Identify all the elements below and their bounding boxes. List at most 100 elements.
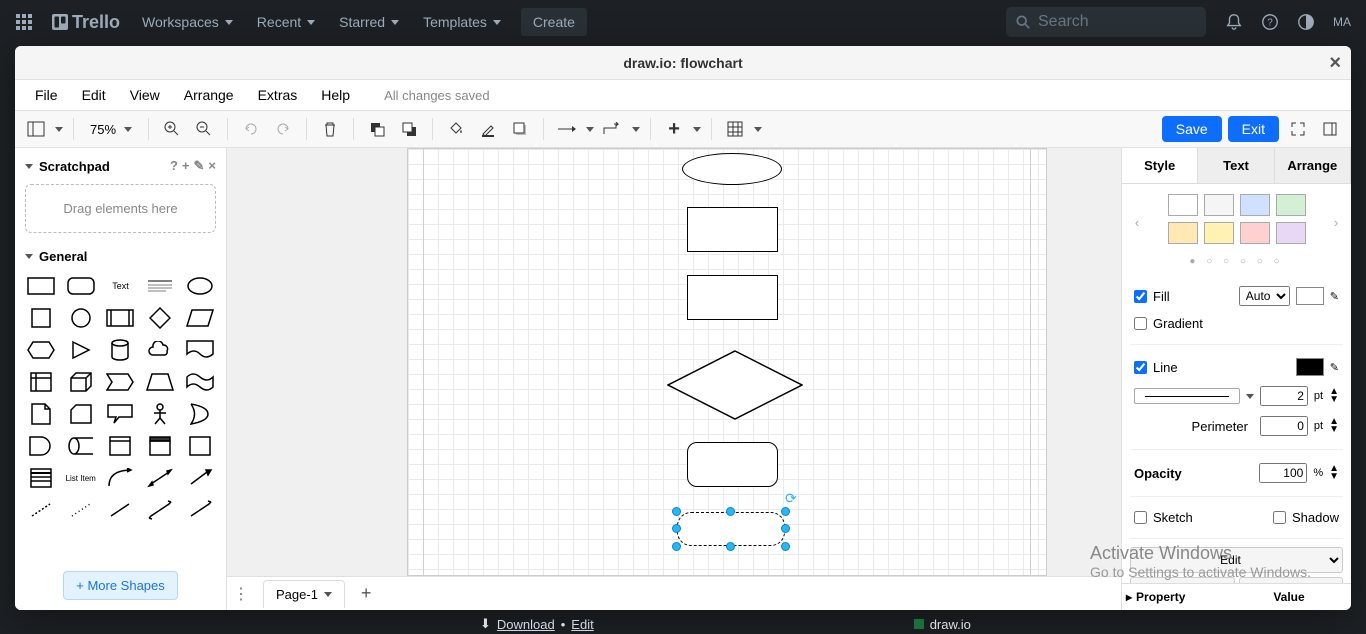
shape-hexagon[interactable] [23,336,59,364]
swatch-next-icon[interactable]: › [1329,215,1343,230]
shape-dashed[interactable] [23,496,59,524]
shape-cloud[interactable] [142,336,178,364]
trello-logo[interactable]: Trello [44,12,128,33]
pages-menu-icon[interactable]: ⋮ [233,584,253,604]
style-swatch[interactable] [1240,194,1270,216]
shape-list[interactable] [23,464,59,492]
close-icon[interactable]: × [1329,52,1341,75]
shape-dotted[interactable] [63,496,99,524]
exit-button[interactable]: Exit [1228,116,1279,142]
style-swatch[interactable] [1204,222,1234,244]
line-color-icon[interactable] [475,116,501,142]
opacity-input[interactable] [1259,463,1307,483]
rotate-handle-icon[interactable]: ⟳ [785,490,797,502]
redo-icon[interactable] [270,116,296,142]
tab-arrange[interactable]: Arrange [1275,148,1351,183]
resize-handle[interactable] [726,507,735,516]
selected-shape[interactable]: ⟳ [677,512,785,546]
shape-step[interactable] [103,368,139,396]
shape-triangle[interactable] [63,336,99,364]
shape-container[interactable] [103,432,139,460]
menu-help[interactable]: Help [311,83,360,107]
shape-curve[interactable] [103,464,139,492]
style-swatch[interactable] [1276,222,1306,244]
flowchart-process[interactable] [687,207,778,252]
shadow-checkbox[interactable] [1273,511,1286,524]
shape-cylinder[interactable] [103,336,139,364]
chevron-down-icon[interactable] [693,127,701,132]
line-checkbox[interactable] [1134,361,1147,374]
menu-file[interactable]: File [25,83,68,107]
notifications-icon[interactable] [1218,6,1250,38]
edit-link[interactable]: Edit [571,617,593,632]
menu-edit[interactable]: Edit [72,83,116,107]
tab-style[interactable]: Style [1122,148,1198,183]
shape-circle[interactable] [63,304,99,332]
line-width-input[interactable] [1260,386,1308,406]
apps-grid-icon[interactable] [8,6,40,38]
resize-handle[interactable] [781,542,790,551]
fill-color-chip[interactable] [1296,287,1324,305]
shape-rectangle[interactable] [23,272,59,300]
more-shapes-button[interactable]: + More Shapes [63,571,178,600]
shape-actor[interactable] [142,400,178,428]
scratchpad-add-icon[interactable]: + [182,158,190,174]
resize-handle[interactable] [781,524,790,533]
table-icon[interactable] [722,116,748,142]
scratchpad-header[interactable]: Scratchpad ? + ✎ × [25,154,216,178]
color-edit-icon[interactable]: ✎ [1330,290,1339,303]
waypoint-icon[interactable] [600,116,626,142]
style-swatch[interactable] [1204,194,1234,216]
zoom-select[interactable]: 75% [84,120,138,139]
scratchpad-dropzone[interactable]: Drag elements here [25,184,216,233]
flowchart-process[interactable] [687,275,778,320]
shape-textbox[interactable] [142,272,178,300]
flowchart-decision[interactable] [667,350,803,420]
resize-handle[interactable] [672,507,681,516]
shadow-icon[interactable] [507,116,533,142]
zoom-in-icon[interactable] [159,116,185,142]
undo-icon[interactable] [238,116,264,142]
scratchpad-edit-icon[interactable]: ✎ [194,158,205,174]
shape-internal-storage[interactable] [23,368,59,396]
general-header[interactable]: General [25,245,216,268]
stepper-icon[interactable]: ▲▼ [1329,388,1339,404]
menu-view[interactable]: View [120,83,170,107]
shape-arrow[interactable] [182,464,218,492]
shape-bidir-thin[interactable] [142,496,178,524]
shape-tape[interactable] [182,368,218,396]
edit-style-select[interactable]: Edit [1130,547,1343,573]
create-button[interactable]: Create [521,8,587,36]
sketch-checkbox[interactable] [1134,511,1147,524]
resize-handle[interactable] [672,542,681,551]
stepper-icon[interactable]: ▲▼ [1329,465,1339,481]
shape-document[interactable] [182,336,218,364]
swatch-prev-icon[interactable]: ‹ [1130,215,1144,230]
shape-parallelogram[interactable] [182,304,218,332]
menu-workspaces[interactable]: Workspaces [132,8,243,36]
shape-group[interactable] [142,432,178,460]
shape-and[interactable] [23,432,59,460]
avatar[interactable]: MA [1326,6,1358,38]
shape-card[interactable] [63,400,99,428]
shape-callout[interactable] [103,400,139,428]
chevron-down-icon[interactable] [1246,394,1254,399]
shape-ellipse[interactable] [182,272,218,300]
to-front-icon[interactable] [364,116,390,142]
style-swatch[interactable] [1168,222,1198,244]
flowchart-subprocess[interactable] [687,442,778,487]
shape-or[interactable] [182,400,218,428]
fill-checkbox[interactable] [1134,290,1147,303]
style-swatch[interactable] [1276,194,1306,216]
style-swatch[interactable] [1168,194,1198,216]
scratchpad-close-icon[interactable]: × [208,158,216,174]
shape-trapezoid[interactable] [142,368,178,396]
page-tab[interactable]: Page-1 [263,580,345,608]
connection-icon[interactable] [554,116,580,142]
shape-process[interactable] [103,304,139,332]
fill-mode-select[interactable]: Auto [1239,286,1290,306]
fullscreen-icon[interactable] [1285,116,1311,142]
shape-note[interactable] [23,400,59,428]
stepper-icon[interactable]: ▲▼ [1329,418,1339,434]
properties-table-header[interactable]: ▸Property Value [1122,583,1351,610]
